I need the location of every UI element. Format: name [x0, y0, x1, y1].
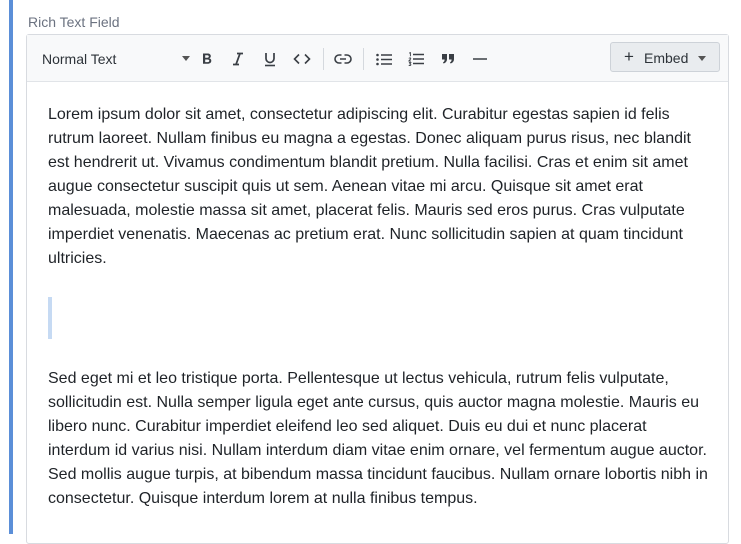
- field-label: Rich Text Field: [28, 14, 120, 30]
- blockquote-button[interactable]: [436, 47, 460, 71]
- code-button[interactable]: [290, 47, 314, 71]
- bullet-list-button[interactable]: [372, 47, 396, 71]
- chevron-down-icon: [182, 56, 190, 61]
- underline-button[interactable]: [258, 47, 282, 71]
- link-icon: [334, 53, 352, 65]
- underline-icon: [263, 52, 277, 67]
- embed-label: Embed: [644, 50, 689, 66]
- block-style-value: Normal Text: [42, 51, 117, 67]
- bold-button[interactable]: [195, 47, 219, 71]
- bullet-list-icon: [376, 53, 392, 66]
- toolbar-divider: [323, 48, 324, 70]
- paragraph: Lorem ipsum dolor sit amet, consectetur …: [48, 106, 691, 267]
- link-button[interactable]: [331, 47, 355, 71]
- italic-icon: [231, 52, 245, 66]
- italic-button[interactable]: [226, 47, 250, 71]
- embed-button[interactable]: + Embed: [610, 42, 720, 72]
- horizontal-rule-button[interactable]: [468, 47, 492, 71]
- bold-icon: [200, 52, 214, 66]
- chevron-down-icon: [698, 56, 706, 61]
- horizontal-rule-icon: [472, 57, 488, 61]
- empty-block-marker: [48, 297, 52, 339]
- numbered-list-button[interactable]: [404, 47, 428, 71]
- field-accent-bar: [9, 0, 13, 534]
- quote-icon: [441, 53, 455, 65]
- plus-icon: +: [624, 47, 634, 66]
- toolbar-divider: [363, 48, 364, 70]
- numbered-list-icon: [408, 52, 424, 66]
- rich-text-editor[interactable]: Normal Text + Embed Lorem ipsum dolor si…: [26, 34, 729, 544]
- paragraph: Sed eget mi et leo tristique porta. Pell…: [48, 370, 708, 507]
- editor-toolbar: Normal Text + Embed: [27, 35, 728, 82]
- block-style-select[interactable]: Normal Text: [42, 50, 190, 68]
- code-icon: [293, 52, 311, 66]
